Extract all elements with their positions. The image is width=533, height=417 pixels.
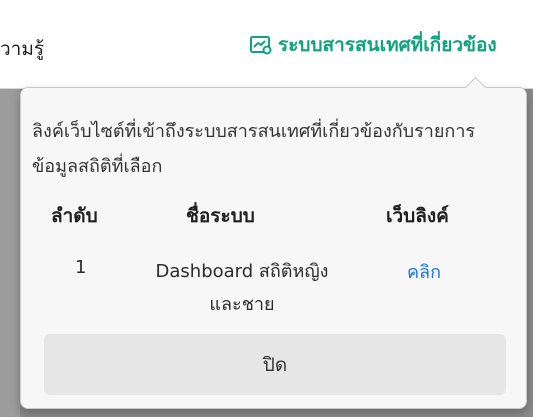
knowledge-tab[interactable]: วามรู้ — [0, 34, 44, 64]
close-button[interactable]: ปิด — [44, 334, 506, 395]
popover-description: ลิงค์เว็บไซต์ที่เข้าถึงระบบสารสนเทศที่เก… — [32, 121, 476, 177]
related-systems-label: ระบบสารสนเทศที่เกี่ยวข้อง — [278, 34, 497, 56]
related-systems-button[interactable]: ระบบสารสนเทศที่เกี่ยวข้อง — [250, 30, 497, 60]
backdrop-left-strip — [0, 89, 20, 417]
row-order: 1 — [75, 257, 87, 278]
row-open-link[interactable]: คลิก — [407, 257, 441, 286]
column-header-web-link: เว็บลิงค์ — [386, 205, 449, 227]
row-system-name: Dashboard สถิติหญิงและชาย — [155, 261, 329, 315]
column-header-system-name: ชื่อระบบ — [186, 205, 255, 227]
column-header-order: ลำดับ — [51, 205, 98, 227]
chart-link-icon — [250, 36, 272, 55]
top-navigation-bar: วามรู้ ระบบสารสนเทศที่เกี่ยวข้อง — [0, 0, 533, 89]
